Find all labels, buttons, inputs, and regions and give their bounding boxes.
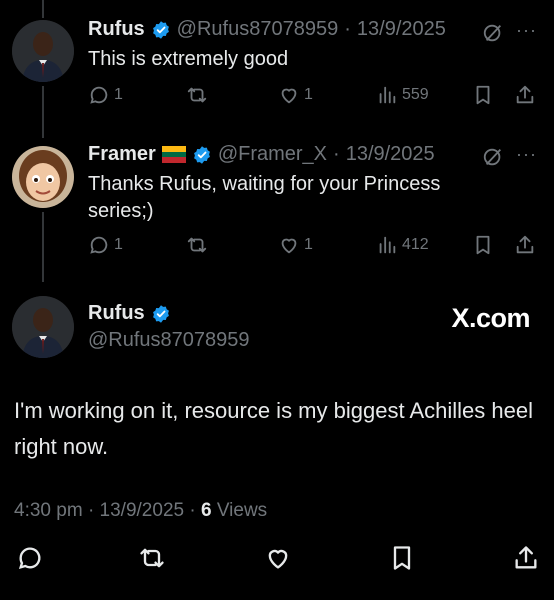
retweet-icon [187,87,207,103]
avatar-rufus-main[interactable] [12,296,74,358]
main-time[interactable]: 4:30 pm [14,500,83,521]
main-sep1: · [87,500,95,521]
grok-icon[interactable] [482,146,504,168]
main-tweet-text: I'm working on it, resource is my bigges… [14,398,533,459]
retweet-button[interactable] [186,234,208,256]
thread-line-1 [42,86,44,138]
tweet2-header: Framer @Framer_X · 13/9/2025 [88,143,435,166]
share-icon [515,546,537,569]
views-button[interactable]: 412 [376,234,429,256]
main-timestamp: 4:30 pm · 13/9/2025 · 6 Views [14,500,267,522]
avatar-rufus[interactable] [12,20,74,82]
reply-button[interactable]: 1 [88,234,123,256]
views-button[interactable]: 559 [376,84,429,106]
like-button[interactable]: 1 [278,84,313,106]
retweet-button[interactable] [138,544,166,572]
tweet1-author-name[interactable]: Rufus [88,18,145,41]
reply-button[interactable] [16,544,44,572]
tweet1-handle[interactable]: @Rufus87078959 [177,18,339,41]
tweet1-date[interactable]: 13/9/2025 [357,18,446,41]
reply-count: 1 [114,86,123,103]
tweet1-header: Rufus @Rufus87078959 · 13/9/2025 [88,18,446,41]
like-button[interactable] [264,544,292,572]
tweet2-date[interactable]: 13/9/2025 [346,143,435,166]
more-options-icon[interactable]: ··· [516,20,537,41]
main-author-row: Rufus [88,302,171,325]
main-handle[interactable]: @Rufus87078959 [88,329,250,352]
bookmark-button[interactable] [472,234,494,256]
like-count: 1 [304,236,313,253]
tweet2-sep: · [333,143,340,165]
heart-icon [281,238,297,254]
main-actions [0,538,554,578]
tweet2-handle[interactable]: @Framer_X [218,143,327,166]
reply-count: 1 [114,236,123,253]
retweet-icon [140,548,164,568]
thread-line-2 [42,212,44,282]
reply-button[interactable]: 1 [88,84,123,106]
tweet1-text: This is extremely good [88,48,289,70]
main-sep2: · [189,500,196,521]
bookmark-icon [476,235,490,255]
share-icon [516,85,534,104]
main-views-label: Views [216,500,268,521]
verified-badge-icon [151,18,171,41]
like-count: 1 [304,86,313,103]
bookmark-icon [393,546,411,570]
share-button[interactable] [514,84,536,106]
views-icon [379,236,396,254]
reply-icon [90,86,108,104]
lithuania-flag-icon [161,143,186,166]
heart-icon [268,549,288,569]
avatar-framer[interactable] [12,146,74,208]
retweet-icon [187,237,207,253]
reply-icon [90,236,108,254]
main-date[interactable]: 13/9/2025 [100,500,185,521]
heart-icon [281,88,297,104]
share-button[interactable] [514,234,536,256]
main-author-name[interactable]: Rufus [88,302,145,325]
tweet2-author-name[interactable]: Framer [88,143,156,166]
main-views-count: 6 [200,500,212,521]
grok-icon[interactable] [482,22,504,44]
tweet1-actions: 1 1 559 [88,84,538,112]
more-options-icon[interactable]: ··· [516,144,537,165]
views-icon [379,86,396,104]
bookmark-button[interactable] [472,84,494,106]
like-button[interactable]: 1 [278,234,313,256]
reply-icon [18,547,41,570]
bookmark-button[interactable] [388,544,416,572]
tweet2-text: Thanks Rufus, waiting for your Princess … [88,173,441,222]
thread-line-top [42,0,44,18]
verified-badge-icon [151,302,171,325]
views-count: 559 [402,86,429,103]
share-button[interactable] [512,544,540,572]
tweet2-actions: 1 1 412 [88,234,538,262]
views-count: 412 [402,236,429,253]
verified-badge-icon [192,143,212,166]
share-icon [516,235,534,254]
bookmark-icon [476,85,490,105]
retweet-button[interactable] [186,84,208,106]
tweet1-sep: · [344,18,351,40]
main-handle-row: @Rufus87078959 [88,329,250,352]
x-com-logo: X.com [451,303,530,333]
